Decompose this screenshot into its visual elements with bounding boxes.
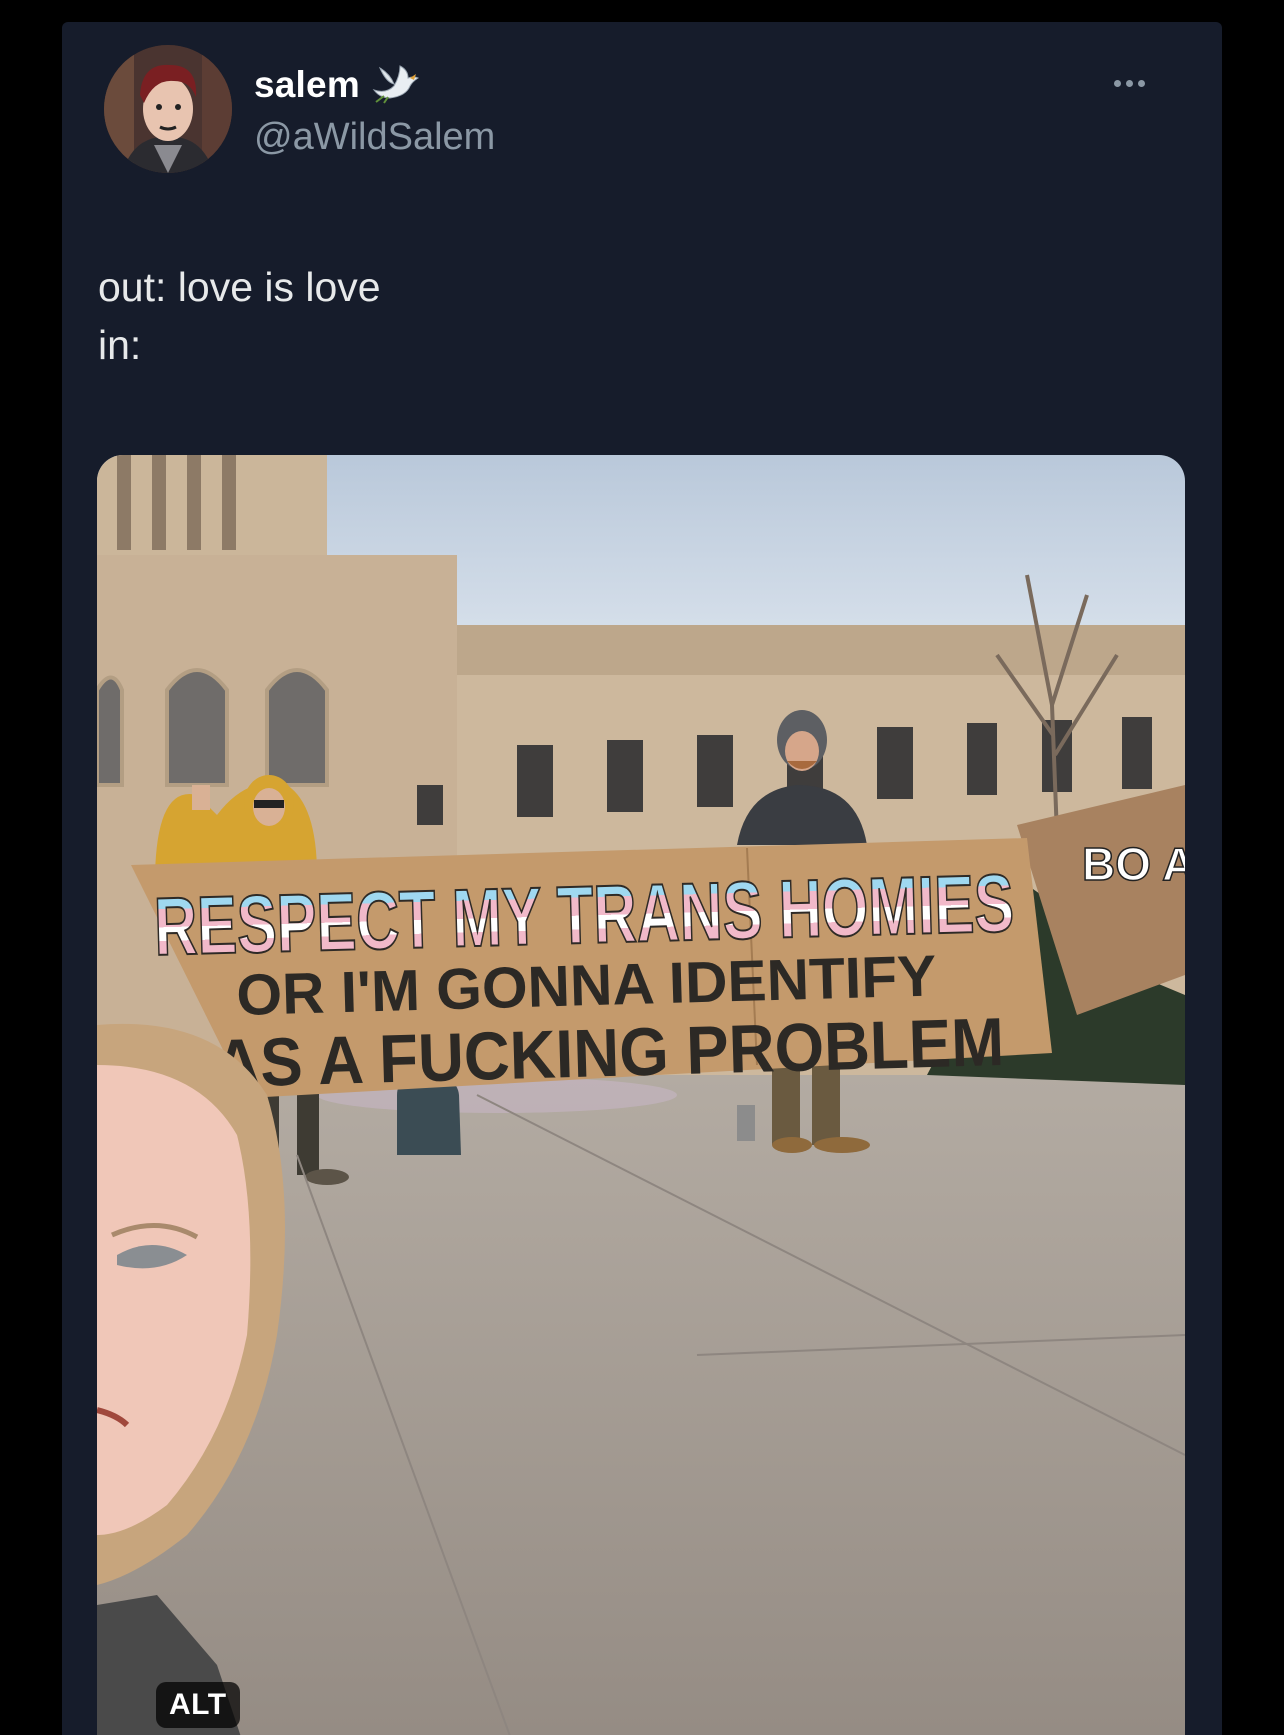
user-handle[interactable]: @aWildSalem (254, 116, 495, 159)
side-sign-text: BO A (1082, 838, 1185, 890)
alt-text-button[interactable]: ALT (156, 1682, 240, 1728)
tweet-text-line-2: in: (98, 322, 142, 368)
tweet-text-line-1: out: love is love (98, 264, 381, 310)
avatar[interactable] (104, 45, 232, 173)
display-name[interactable]: salem (254, 64, 360, 106)
avatar-image (104, 45, 232, 173)
more-dots-icon[interactable] (1114, 80, 1145, 87)
dove-emoji-icon (370, 60, 420, 109)
tweet-photo[interactable]: BO A RESPECT MY TRANS HOMIES OR I'M GONN… (97, 455, 1185, 1735)
protest-photo: BO A RESPECT MY TRANS HOMIES OR I'M GONN… (97, 455, 1185, 1735)
tweet-text: out: love is love in: (98, 258, 381, 374)
tweet-card: salem @aWildSalem out: love is love in: (62, 22, 1222, 1735)
